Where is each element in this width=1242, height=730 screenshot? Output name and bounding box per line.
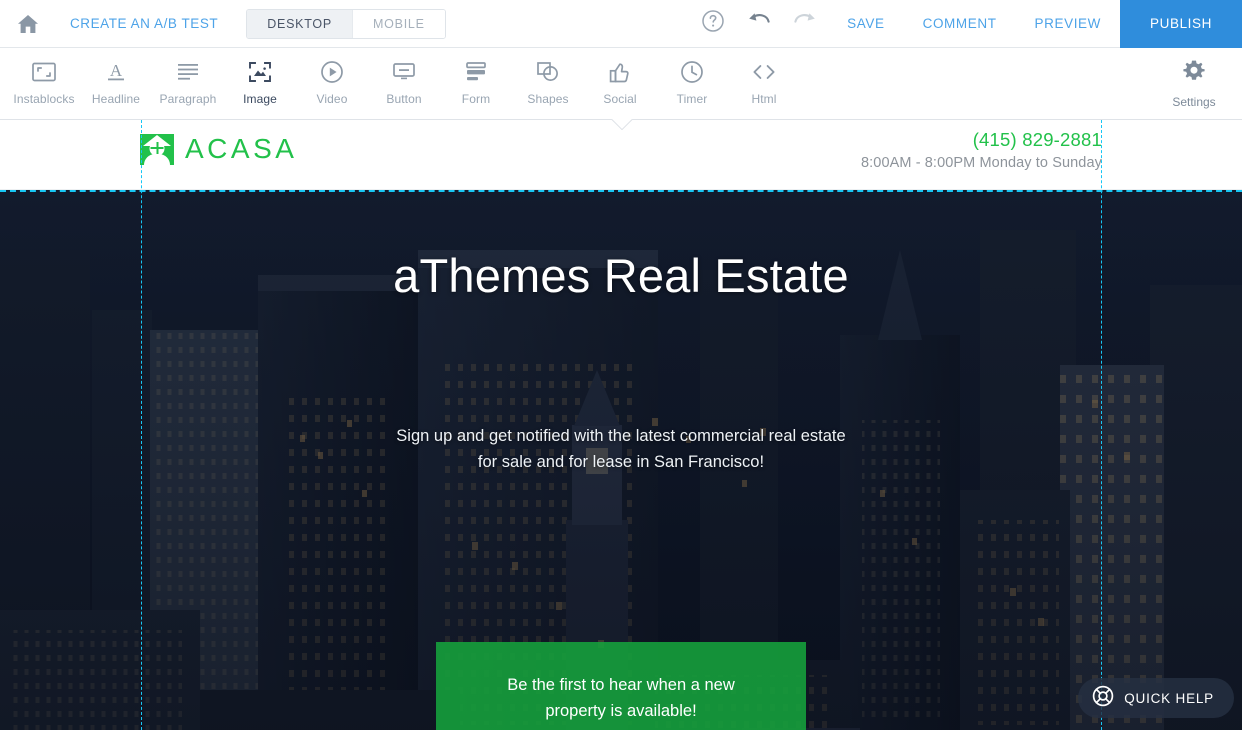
save-button[interactable]: SAVE bbox=[828, 0, 903, 48]
hero-subtitle-line-2: for sale and for lease in San Francisco! bbox=[477, 453, 765, 471]
tool-timer[interactable]: Timer bbox=[656, 48, 728, 106]
device-toggle-desktop[interactable]: DESKTOP bbox=[247, 9, 352, 38]
editor-top-bar: CREATE AN A/B TEST DESKTOP MOBILE SAVE C… bbox=[0, 0, 1242, 48]
thumbs-up-icon bbox=[609, 59, 631, 85]
tool-image[interactable]: Image bbox=[224, 48, 296, 106]
create-ab-test-link[interactable]: CREATE AN A/B TEST bbox=[56, 16, 232, 31]
tool-shapes[interactable]: Shapes bbox=[512, 48, 584, 106]
signup-form-card[interactable]: Be the first to hear when a new property… bbox=[436, 642, 806, 730]
site-header-block[interactable]: ACASA (415) 829-2881 8:00AM - 8:00PM Mon… bbox=[0, 120, 1242, 190]
tool-label: Video bbox=[316, 92, 348, 106]
site-logo[interactable]: ACASA bbox=[140, 133, 297, 165]
header-phone-number[interactable]: (415) 829-2881 bbox=[861, 128, 1102, 152]
tool-label: Instablocks bbox=[13, 92, 75, 106]
instablocks-icon bbox=[32, 59, 56, 85]
tool-label: Shapes bbox=[527, 92, 569, 106]
tool-form[interactable]: Form bbox=[440, 48, 512, 106]
home-button[interactable] bbox=[0, 0, 56, 48]
undo-arrow-icon bbox=[746, 10, 772, 37]
tool-video[interactable]: Video bbox=[296, 48, 368, 106]
hero-title[interactable]: aThemes Real Estate bbox=[0, 248, 1242, 303]
header-business-hours: 8:00AM - 8:00PM Monday to Sunday bbox=[861, 155, 1102, 171]
tool-label: Timer bbox=[676, 92, 708, 106]
quick-help-button[interactable]: QUICK HELP bbox=[1078, 678, 1234, 718]
tool-label: Html bbox=[751, 92, 777, 106]
widget-tool-list: Instablocks A Headline Paragraph Image V… bbox=[8, 48, 800, 120]
question-circle-icon bbox=[701, 9, 725, 38]
tool-label: Paragraph bbox=[159, 92, 217, 106]
hero-subtitle[interactable]: Sign up and get notified with the latest… bbox=[0, 423, 1242, 475]
lifebuoy-icon bbox=[1092, 685, 1114, 712]
acasa-house-logo bbox=[140, 133, 174, 165]
page-canvas: ACASA (415) 829-2881 8:00AM - 8:00PM Mon… bbox=[0, 120, 1242, 730]
tool-label: Social bbox=[603, 92, 637, 106]
tool-label: Form bbox=[461, 92, 491, 106]
hero-content: aThemes Real Estate Sign up and get noti… bbox=[0, 190, 1242, 475]
image-icon bbox=[248, 59, 272, 85]
tool-social[interactable]: Social bbox=[584, 48, 656, 106]
shapes-icon bbox=[536, 59, 560, 85]
undo-button[interactable] bbox=[736, 0, 782, 48]
signup-heading-line-1: Be the first to hear when a new bbox=[507, 676, 735, 694]
signup-heading-line-2: property is available! bbox=[545, 702, 697, 720]
quick-help-label: QUICK HELP bbox=[1124, 690, 1214, 706]
tool-headline[interactable]: A Headline bbox=[80, 48, 152, 106]
tool-paragraph[interactable]: Paragraph bbox=[152, 48, 224, 106]
tool-instablocks[interactable]: Instablocks bbox=[8, 48, 80, 106]
preview-button[interactable]: PREVIEW bbox=[1016, 0, 1120, 48]
tool-label: Button bbox=[386, 92, 422, 106]
signup-form-heading: Be the first to hear when a new property… bbox=[468, 672, 774, 724]
help-button[interactable] bbox=[690, 0, 736, 48]
hero-section[interactable]: aThemes Real Estate Sign up and get noti… bbox=[0, 190, 1242, 730]
play-circle-icon bbox=[320, 59, 344, 85]
button-icon bbox=[392, 59, 416, 85]
tool-label: Image bbox=[243, 92, 277, 106]
publish-button[interactable]: PUBLISH bbox=[1120, 0, 1242, 48]
tool-label: Settings bbox=[1172, 95, 1216, 109]
device-toggle-mobile[interactable]: MOBILE bbox=[351, 9, 445, 38]
tool-button[interactable]: Button bbox=[368, 48, 440, 106]
toolbar-pointer-notch bbox=[611, 119, 633, 130]
svg-text:A: A bbox=[110, 61, 123, 80]
clock-icon bbox=[680, 59, 704, 85]
headline-a-icon: A bbox=[104, 59, 128, 85]
device-toggle[interactable]: DESKTOP MOBILE bbox=[246, 8, 446, 39]
redo-arrow-icon bbox=[792, 10, 818, 37]
header-contact-block[interactable]: (415) 829-2881 8:00AM - 8:00PM Monday to… bbox=[861, 128, 1102, 174]
top-bar-actions: SAVE COMMENT PREVIEW PUBLISH bbox=[690, 0, 1242, 48]
paragraph-lines-icon bbox=[176, 59, 200, 85]
form-icon bbox=[464, 59, 488, 85]
site-logo-text: ACASA bbox=[185, 133, 298, 164]
redo-button[interactable] bbox=[782, 0, 828, 48]
hero-subtitle-line-1: Sign up and get notified with the latest… bbox=[396, 427, 846, 445]
tool-html[interactable]: Html bbox=[728, 48, 800, 106]
tool-label: Headline bbox=[91, 92, 141, 106]
comment-button[interactable]: COMMENT bbox=[904, 0, 1016, 48]
gear-icon bbox=[1182, 59, 1206, 88]
code-brackets-icon bbox=[751, 59, 777, 85]
home-icon bbox=[17, 14, 39, 34]
widget-toolbar: Instablocks A Headline Paragraph Image V… bbox=[0, 48, 1242, 120]
tool-settings[interactable]: Settings bbox=[1158, 48, 1230, 109]
